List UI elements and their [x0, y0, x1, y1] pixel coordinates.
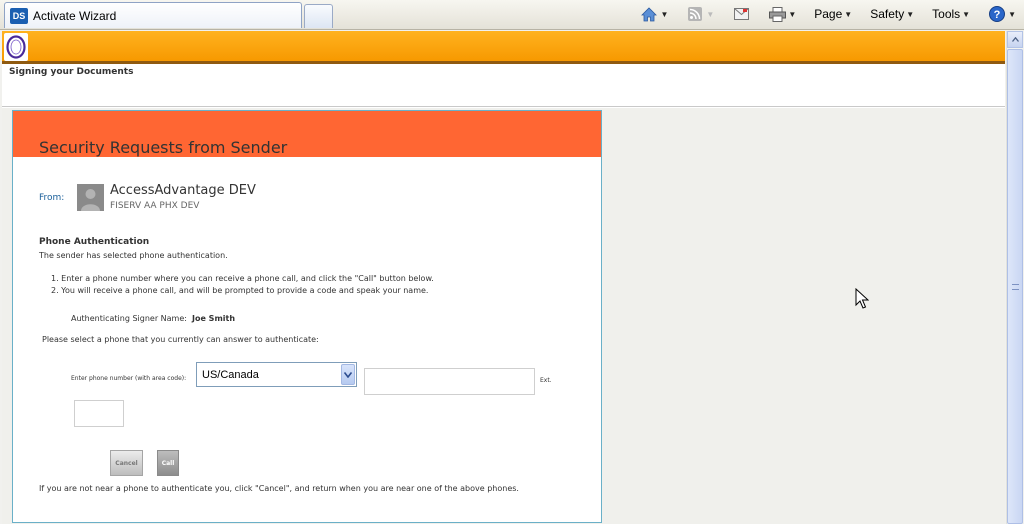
help-icon: ?: [988, 6, 1006, 22]
browser-tab-active[interactable]: DS Activate Wizard: [4, 2, 302, 28]
docusign-tab-icon: DS: [10, 7, 28, 24]
page-title: Signing your Documents: [9, 67, 134, 77]
cancel-button[interactable]: Cancel: [110, 450, 143, 476]
content-area: Security Requests from Sender From: Acce…: [2, 108, 1005, 524]
tools-menu-label: Tools: [932, 7, 961, 21]
avatar: [77, 184, 104, 211]
svg-text:?: ?: [994, 9, 1001, 21]
tab-title: Activate Wizard: [33, 8, 117, 23]
safety-menu[interactable]: Safety ▼: [870, 7, 914, 21]
browser-toolbar: DS Activate Wizard ▼ ▼ ▼ Page ▼ Safety ▼…: [0, 0, 1024, 30]
country-select-value: US/Canada: [202, 369, 259, 381]
subheader: Signing your Documents: [2, 64, 1005, 107]
instruction-steps: 1. Enter a phone number where you can re…: [51, 273, 434, 297]
signer-name-value: Joe Smith: [192, 314, 236, 323]
safety-menu-label: Safety: [870, 7, 905, 21]
brand-logo: [4, 33, 28, 61]
panel-header: Security Requests from Sender: [13, 111, 601, 157]
new-tab-button[interactable]: [304, 4, 333, 28]
instruction-step: 1. Enter a phone number where you can re…: [51, 274, 434, 283]
chevron-down-icon: ▼: [906, 9, 915, 19]
instruction-step: 2. You will receive a phone call, and wi…: [51, 286, 429, 295]
section-description: The sender has selected phone authentica…: [39, 251, 228, 260]
section-title: Phone Authentication: [39, 237, 150, 247]
help-button[interactable]: ? ▼: [988, 6, 1016, 22]
vertical-scrollbar[interactable]: [1006, 31, 1023, 524]
phone-number-input[interactable]: [364, 368, 535, 395]
phone-select-prompt: Please select a phone that you currently…: [42, 335, 319, 344]
chevron-down-icon: ▼: [1008, 9, 1016, 19]
chevron-down-icon[interactable]: [341, 364, 355, 385]
feeds-icon: [686, 6, 704, 22]
home-button[interactable]: ▼: [640, 6, 668, 22]
extension-label: Ext.: [540, 377, 552, 384]
page-menu[interactable]: Page ▼: [814, 7, 852, 21]
footer-note: If you are not near a phone to authentic…: [39, 484, 519, 493]
print-button[interactable]: ▼: [768, 6, 796, 22]
extension-input[interactable]: [74, 400, 124, 427]
command-bar: ▼ ▼ ▼ Page ▼ Safety ▼ Tools ▼ ? ▼: [640, 4, 1016, 24]
sender-name: AccessAdvantage DEV: [110, 183, 256, 198]
panel-title: Security Requests from Sender: [39, 138, 288, 157]
call-button[interactable]: Call: [157, 450, 179, 476]
scroll-up-button[interactable]: [1007, 31, 1023, 48]
chevron-down-icon: ▼: [844, 9, 853, 19]
page-menu-label: Page: [814, 7, 843, 21]
tools-menu[interactable]: Tools ▼: [932, 7, 970, 21]
country-select[interactable]: US/Canada: [196, 362, 357, 387]
sender-org: FISERV AA PHX DEV: [110, 201, 200, 211]
scroll-thumb[interactable]: [1007, 49, 1023, 524]
chevron-down-icon[interactable]: ▼: [788, 10, 796, 19]
grip-icon: [1011, 283, 1019, 290]
mouse-cursor-icon: [855, 287, 870, 310]
web-page: Signing your Documents Security Requests…: [2, 31, 1005, 524]
security-request-panel: Security Requests from Sender From: Acce…: [12, 110, 602, 523]
read-mail-button[interactable]: [732, 6, 750, 22]
chevron-down-icon: ▼: [962, 9, 971, 19]
print-icon: [768, 6, 786, 22]
from-label: From:: [39, 193, 65, 203]
chevron-down-icon[interactable]: ▼: [660, 10, 668, 19]
read-mail-icon: [732, 6, 750, 22]
phone-number-label: Enter phone number (with area code):: [71, 375, 187, 382]
signer-name-label: Authenticating Signer Name:: [71, 314, 187, 323]
home-icon: [640, 6, 658, 22]
chevron-down-icon[interactable]: ▼: [706, 10, 714, 19]
feeds-button[interactable]: ▼: [686, 6, 714, 22]
site-header: [2, 31, 1005, 64]
